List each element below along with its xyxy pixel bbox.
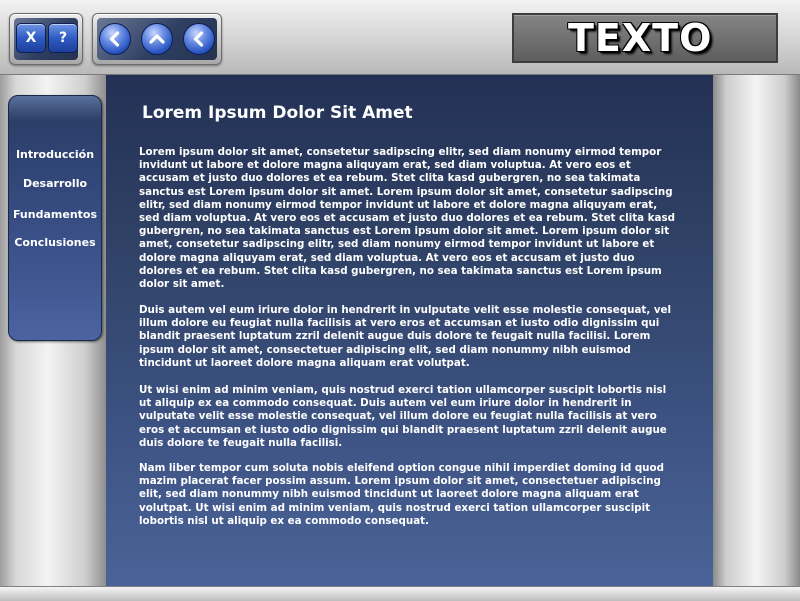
bottom-bar [0, 586, 800, 601]
paragraph-3: Ut wisi enim ad minim veniam, quis nostr… [139, 384, 667, 449]
chevron-left-icon [109, 31, 120, 47]
close-icon: X [25, 30, 37, 46]
sidebar-item-fundamentos[interactable]: Fundamentos [9, 208, 101, 221]
up-button[interactable] [141, 23, 173, 55]
paragraph-1: Lorem ipsum dolor sit amet, consetetur s… [139, 146, 675, 291]
sidebar-item-desarrollo[interactable]: Desarrollo [9, 177, 101, 190]
title-banner: TEXTO [512, 13, 778, 63]
navigation-buttons-group [92, 13, 222, 65]
page-title: Lorem Ipsum Dolor Sit Amet [142, 103, 413, 123]
chevron-left-icon [193, 31, 204, 47]
top-toolbar: X ? TEXTO [0, 0, 800, 75]
help-icon: ? [58, 30, 68, 46]
window-buttons-group: X ? [9, 13, 83, 65]
back-button[interactable] [99, 23, 131, 55]
right-column [713, 75, 800, 586]
content-panel: Lorem Ipsum Dolor Sit Amet Lorem ipsum d… [106, 75, 713, 586]
chevron-up-icon [149, 34, 165, 44]
sidebar-item-introduccion[interactable]: Introducción [9, 148, 101, 161]
help-button[interactable]: ? [48, 23, 78, 53]
previous-button[interactable] [183, 23, 215, 55]
sidebar-menu: Introducción Desarrollo Fundamentos Conc… [8, 95, 102, 341]
paragraph-2: Duis autem vel eum iriure dolor in hendr… [139, 304, 672, 369]
sidebar-item-conclusiones[interactable]: Conclusiones [9, 236, 101, 249]
paragraph-4: Nam liber tempor cum soluta nobis eleife… [139, 462, 664, 527]
app-title: TEXTO [568, 16, 713, 60]
close-button[interactable]: X [16, 23, 46, 53]
